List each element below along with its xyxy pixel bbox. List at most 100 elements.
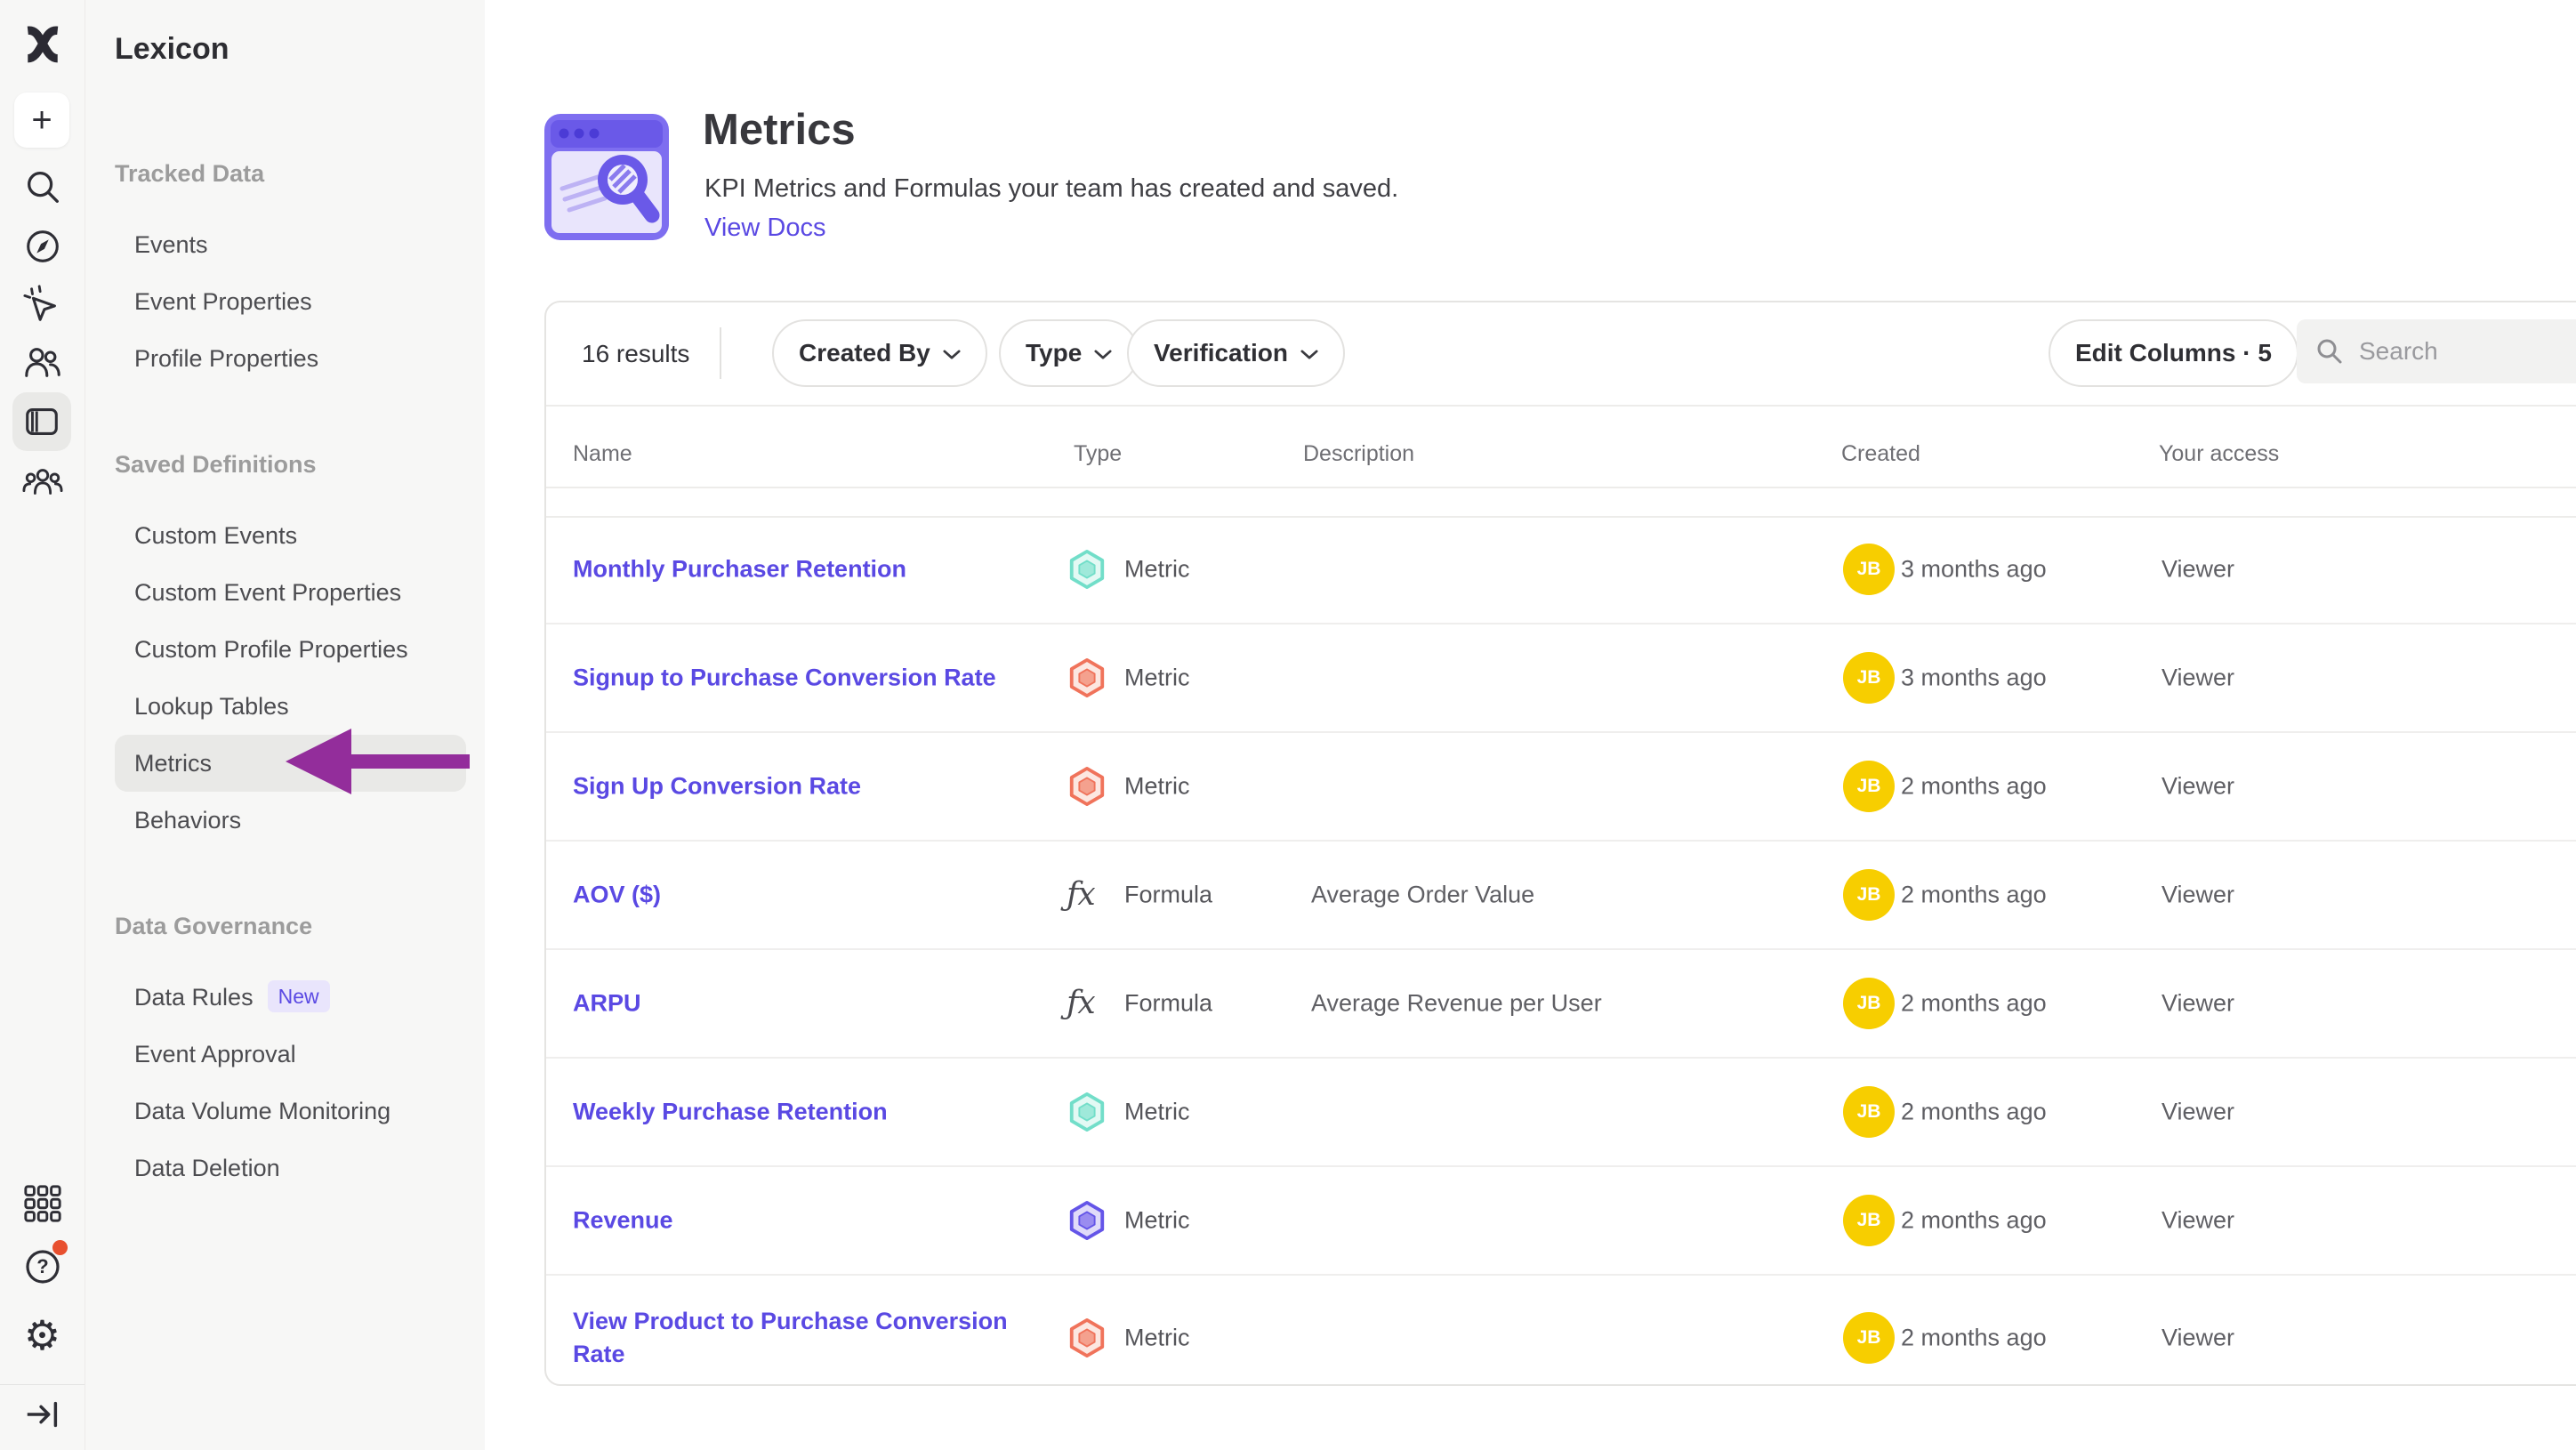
metric-name-link[interactable]: Weekly Purchase Retention	[573, 1096, 1044, 1129]
table-row[interactable]: RevenueMetricJB2 months agoViewer	[546, 1167, 2576, 1276]
metric-name-link[interactable]: Monthly Purchaser Retention	[573, 553, 1044, 586]
toolbar-separator	[720, 327, 721, 379]
collapse-sidebar-icon[interactable]	[0, 1393, 85, 1436]
type-label: Metric	[1124, 773, 1190, 801]
created-time: 3 months ago	[1901, 665, 2047, 692]
lexicon-panel-icon[interactable]	[12, 392, 71, 451]
sidebar-item-label: Data Volume Monitoring	[134, 1098, 390, 1124]
search-input[interactable]	[2357, 336, 2576, 367]
sparkle-cursor-icon[interactable]	[0, 283, 85, 326]
column-header-created: Created	[1841, 405, 1920, 487]
annotation-arrow	[283, 726, 473, 803]
filter-created-by-button[interactable]: Created By	[772, 319, 987, 387]
table-row[interactable]: ARPUƒxFormulaAverage Revenue per UserJB2…	[546, 950, 2576, 1059]
created-time: 2 months ago	[1901, 773, 2047, 801]
sidebar-item-custom-event-properties[interactable]: Custom Event Properties	[115, 564, 421, 621]
column-header-your-access: Your access	[2159, 405, 2279, 487]
sidebar-item-event-approval[interactable]: Event Approval	[115, 1026, 316, 1083]
table-row[interactable]: Weekly Purchase RetentionMetricJB2 month…	[546, 1059, 2576, 1167]
sidebar-item-events[interactable]: Events	[115, 216, 228, 273]
metric-name-link[interactable]: AOV ($)	[573, 879, 1044, 912]
compass-icon[interactable]	[0, 225, 85, 268]
type-label: Metric	[1124, 1099, 1190, 1126]
metric-teal-icon	[1067, 548, 1107, 591]
sidebar-section-data-governance: Data Governance	[115, 902, 485, 950]
new-badge: New	[268, 980, 330, 1012]
sidebar-item-behaviors[interactable]: Behaviors	[115, 792, 261, 849]
metric-orange-icon	[1067, 657, 1107, 699]
scrolled-row-sliver	[546, 487, 2576, 518]
sidebar-item-label: Event Properties	[134, 288, 312, 315]
page-title: Metrics	[703, 105, 856, 155]
create-plus-icon[interactable]: +	[14, 93, 69, 148]
creator-avatar: JB	[1843, 652, 1895, 704]
filter-verification-button[interactable]: Verification	[1127, 319, 1345, 387]
type-label: Formula	[1124, 990, 1212, 1018]
sidebar-item-data-volume-monitoring[interactable]: Data Volume Monitoring	[115, 1083, 410, 1140]
sidebar-item-label: Events	[134, 231, 208, 258]
edit-columns-button[interactable]: Edit Columns · 5	[2049, 319, 2298, 387]
metric-purple-icon	[1067, 1199, 1107, 1242]
sidebar-item-custom-profile-properties[interactable]: Custom Profile Properties	[115, 621, 428, 678]
table-row[interactable]: AOV ($)ƒxFormulaAverage Order ValueJB2 m…	[546, 842, 2576, 950]
sidebar-item-data-deletion[interactable]: Data Deletion	[115, 1140, 300, 1196]
column-header-name: Name	[573, 405, 632, 487]
description-text: Average Order Value	[1311, 882, 1534, 909]
rail-divider	[0, 1384, 85, 1385]
sidebar-item-event-properties[interactable]: Event Properties	[115, 273, 332, 330]
type-label: Metric	[1124, 556, 1190, 584]
column-header-description: Description	[1303, 405, 1414, 487]
formula-icon: ƒx	[1067, 982, 1107, 1025]
icon-rail: + ? ⚙	[0, 0, 85, 1450]
table-row[interactable]: View Product to Purchase Conversion Rate…	[546, 1276, 2576, 1400]
type-label: Metric	[1124, 1325, 1190, 1352]
table-toolbar: 16 results Created By Type Verification …	[546, 302, 2576, 407]
creator-avatar: JB	[1843, 978, 1895, 1029]
group-icon[interactable]	[0, 461, 85, 503]
created-time: 3 months ago	[1901, 556, 2047, 584]
sidebar-item-data-rules[interactable]: Data RulesNew	[115, 969, 350, 1026]
metric-name-link[interactable]: ARPU	[573, 987, 1044, 1020]
created-time: 2 months ago	[1901, 990, 2047, 1018]
metric-name-link[interactable]: Sign Up Conversion Rate	[573, 770, 1044, 803]
sidebar-item-label: Profile Properties	[134, 345, 318, 372]
table-row[interactable]: Signup to Purchase Conversion Rate Metric…	[546, 624, 2576, 733]
creator-avatar: JB	[1843, 1195, 1895, 1246]
mixpanel-logo[interactable]	[0, 23, 85, 66]
metric-name-link[interactable]: View Product to Purchase Conversion Rate	[573, 1305, 1044, 1371]
sidebar-item-custom-events[interactable]: Custom Events	[115, 507, 317, 564]
main-content: Metrics KPI Metrics and Formulas your te…	[485, 0, 2576, 1450]
sidebar-item-lookup-tables[interactable]: Lookup Tables	[115, 678, 309, 735]
created-time: 2 months ago	[1901, 1099, 2047, 1126]
table-header: Name Type Description Created Your acces…	[546, 405, 2576, 488]
sidebar-item-label: Custom Event Properties	[134, 579, 401, 606]
access-level: Viewer	[2161, 1099, 2234, 1126]
table-row[interactable]: Sign Up Conversion Rate Metric JB2 months …	[546, 733, 2576, 842]
search-icon[interactable]	[0, 165, 85, 208]
creator-avatar: JB	[1843, 761, 1895, 812]
created-time: 2 months ago	[1901, 1207, 2047, 1235]
table-row[interactable]: Monthly Purchaser RetentionMetricJB3 mon…	[546, 516, 2576, 624]
created-time: 2 months ago	[1901, 1325, 2047, 1352]
access-level: Viewer	[2161, 990, 2234, 1018]
apps-grid-icon[interactable]	[0, 1182, 85, 1225]
settings-gear-icon[interactable]: ⚙	[0, 1314, 85, 1357]
page-subtitle: KPI Metrics and Formulas your team has c…	[704, 174, 1398, 204]
sidebar-item-profile-properties[interactable]: Profile Properties	[115, 330, 338, 387]
type-label: Metric	[1124, 665, 1190, 692]
sidebar-item-label: Metrics	[134, 750, 212, 777]
sidebar-section-tracked-data: Tracked Data	[115, 149, 485, 197]
metric-name-link[interactable]: Revenue	[573, 1204, 1044, 1237]
type-label: Metric	[1124, 1207, 1190, 1235]
users-icon[interactable]	[0, 341, 85, 383]
help-icon[interactable]: ?	[0, 1246, 85, 1289]
metric-name-link[interactable]: Signup to Purchase Conversion Rate	[573, 662, 1044, 695]
filter-type-label: Type	[1026, 339, 1082, 367]
sidebar-item-label: Behaviors	[134, 807, 241, 834]
svg-text:?: ?	[36, 1255, 48, 1277]
view-docs-link[interactable]: View Docs	[704, 213, 825, 243]
chevron-down-icon	[1094, 350, 1112, 360]
creator-avatar: JB	[1843, 869, 1895, 921]
filter-type-button[interactable]: Type	[999, 319, 1139, 387]
sidebar-item-label: Custom Profile Properties	[134, 636, 408, 663]
